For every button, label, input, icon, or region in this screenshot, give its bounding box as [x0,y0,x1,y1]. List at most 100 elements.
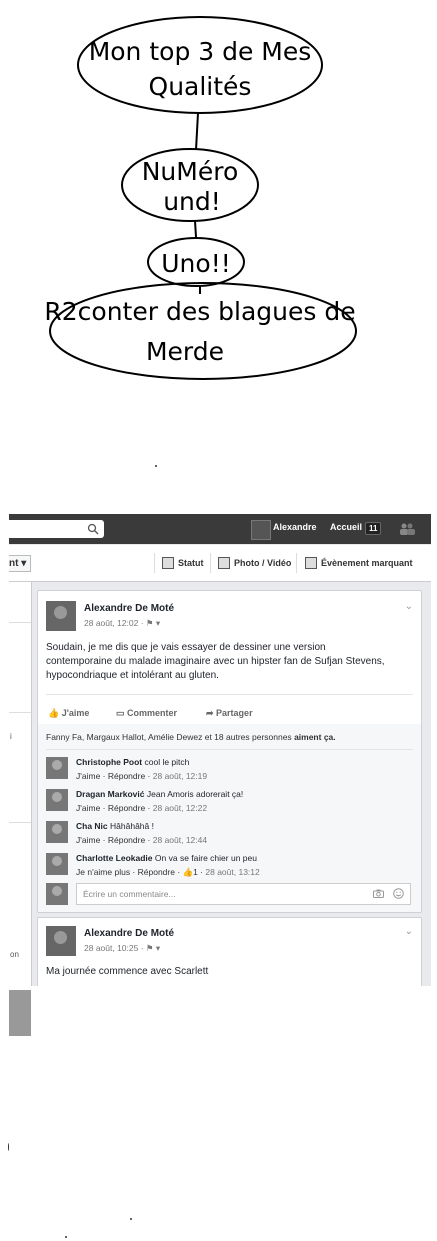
comment-time[interactable]: 28 août, 12:19 [153,771,207,781]
divider [9,622,31,623]
comment-actions[interactable]: J'aime · Répondre · [76,835,150,845]
likes-names: Fanny Fa, Margaux Hallot, Amélie Dewez e… [46,732,292,742]
post-text: Ma journée commence avec Scarlett [46,966,209,977]
speck [130,1218,132,1220]
like-label: J'aime [61,708,90,718]
life-event-label: Évènement marquant [321,558,413,568]
post-text-line: contemporaine du malade imaginaire avec … [46,656,385,667]
like-button[interactable]: 👍 J'aime [48,708,89,719]
comment: Cha Nic Hâhâhâhâ ! [76,821,154,831]
post-timestamp[interactable]: 28 août, 12:02 · ⚑ ▾ [84,618,160,629]
post: Alexandre De Moté 28 août, 12:02 · ⚑ ▾ ⌄… [37,590,422,913]
flag-icon [305,557,317,569]
camera-icon[interactable] [373,889,384,898]
avatar[interactable] [46,821,68,843]
home-link[interactable]: Accueil [330,522,362,532]
status-label: Statut [178,558,204,568]
divider [9,822,31,823]
comment-text: cool le pitch [144,757,190,767]
avatar[interactable] [46,789,68,811]
comment-actions[interactable]: J'aime · Répondre · [76,771,150,781]
comment-actions[interactable]: J'aime · Répondre · [76,803,150,813]
comment-time[interactable]: 28 août, 12:44 [153,835,207,845]
likes-summary[interactable]: Fanny Fa, Margaux Hallot, Amélie Dewez e… [46,732,336,742]
post-author[interactable]: Alexandre De Moté [84,603,174,614]
flowchart-connector [195,112,199,151]
speck [155,465,157,467]
divider [46,749,413,750]
avatar[interactable] [46,757,68,779]
left-snippet: on [10,950,19,959]
comment-author[interactable]: Charlotte Leokadie [76,853,153,863]
divider [46,694,413,695]
divider [296,553,297,573]
comment-actions[interactable]: Je n'aime plus · Répondre · 👍1 · [76,867,203,877]
flowchart-node-3-line1: Uno!! [161,249,230,278]
comment: Christophe Poot cool le pitch [76,757,189,767]
comment-meta: J'aime · Répondre · 28 août, 12:22 [76,803,207,813]
divider [9,712,31,713]
life-event-button[interactable]: Évènement marquant [305,557,413,569]
flowchart-node-4-line1: R2conter des blagues de [44,297,355,326]
share-button[interactable]: ➦ Partager [206,708,253,719]
hand-drawn-flowchart: Mon top 3 de Mes Qualités NuMéro und! Un… [44,16,357,380]
left-snippet: i [10,732,12,741]
avatar[interactable] [46,926,76,956]
chevron-down-icon[interactable]: ⌄ [405,601,413,612]
comment-time[interactable]: 28 août, 12:22 [153,803,207,813]
comment-button[interactable]: ▭ Commenter [116,708,177,719]
post-timestamp[interactable]: 28 août, 10:25 · ⚑ ▾ [84,943,160,954]
pencil-icon [162,557,174,569]
photo-video-button[interactable]: Photo / Vidéo [218,557,291,569]
post-text: Soudain, je me dis que je vais essayer d… [46,641,416,683]
speck [65,1236,67,1238]
avatar[interactable] [46,853,68,875]
left-column: i on [9,582,32,986]
share-label: Partager [216,708,253,718]
flowchart-node-1-line1: Mon top 3 de Mes [89,37,312,66]
avatar[interactable] [46,601,76,631]
comment-time[interactable]: 28 août, 13:12 [205,867,259,877]
flowchart-node-4-line2: Merde [146,337,224,366]
comment-meta: Je n'aime plus · Répondre · 👍1 · 28 août… [76,867,260,878]
comment-author[interactable]: Cha Nic [76,821,108,831]
flowchart-node-1-line2: Qualités [149,72,252,101]
facebook-screenshot: Alexandre Accueil 11 nt ▾ Statut Photo /… [9,514,431,986]
post-text-line: Soudain, je me dis que je vais essayer d… [46,642,326,653]
flowchart-connector [194,220,197,238]
comment-input[interactable]: Écrire un commentaire... [76,883,411,905]
comment-meta: J'aime · Répondre · 28 août, 12:44 [76,835,207,845]
notification-badge: 11 [365,522,382,535]
comment: Charlotte Leokadie On va se faire chier … [76,853,257,863]
comment-author[interactable]: Dragan Marković [76,789,145,799]
speck [8,1143,9,1151]
friends-icon[interactable] [399,523,415,535]
photo-icon [218,557,230,569]
post: Alexandre De Moté 28 août, 10:25 · ⚑ ▾ ⌄… [37,917,422,986]
top-bar: Alexandre Accueil 11 [9,514,431,544]
smiley-icon[interactable] [393,888,404,899]
audience-dropdown[interactable]: nt ▾ [9,555,32,572]
comment-label: Commenter [127,708,178,718]
search-input[interactable] [9,520,104,538]
composer-bar: nt ▾ Statut Photo / Vidéo Évènement marq… [9,545,431,582]
divider [210,553,211,573]
search-icon[interactable] [87,523,99,535]
avatar[interactable] [251,520,271,540]
post-author[interactable]: Alexandre De Moté [84,928,174,939]
comment-meta: J'aime · Répondre · 28 août, 12:19 [76,771,207,781]
avatar [46,883,68,905]
flowchart-node-2-line1: NuMéro [142,157,239,186]
comment-text: Jean Amoris adorerait ça! [146,789,244,799]
comments-section: Fanny Fa, Margaux Hallot, Amélie Dewez e… [38,724,421,912]
photo-video-label: Photo / Vidéo [234,558,292,568]
comment-author[interactable]: Christophe Poot [76,757,142,767]
likes-suffix: aiment ça. [294,732,336,742]
status-button[interactable]: Statut [162,557,204,569]
comment: Dragan Marković Jean Amoris adorerait ça… [76,789,243,799]
post-text-line: hypocondriaque et intolérant au gluten. [46,670,219,681]
comment-text: On va se faire chier un peu [154,853,257,863]
chevron-down-icon[interactable]: ⌄ [405,926,413,937]
profile-link[interactable]: Alexandre [273,522,317,532]
comment-text: Hâhâhâhâ ! [110,821,154,831]
